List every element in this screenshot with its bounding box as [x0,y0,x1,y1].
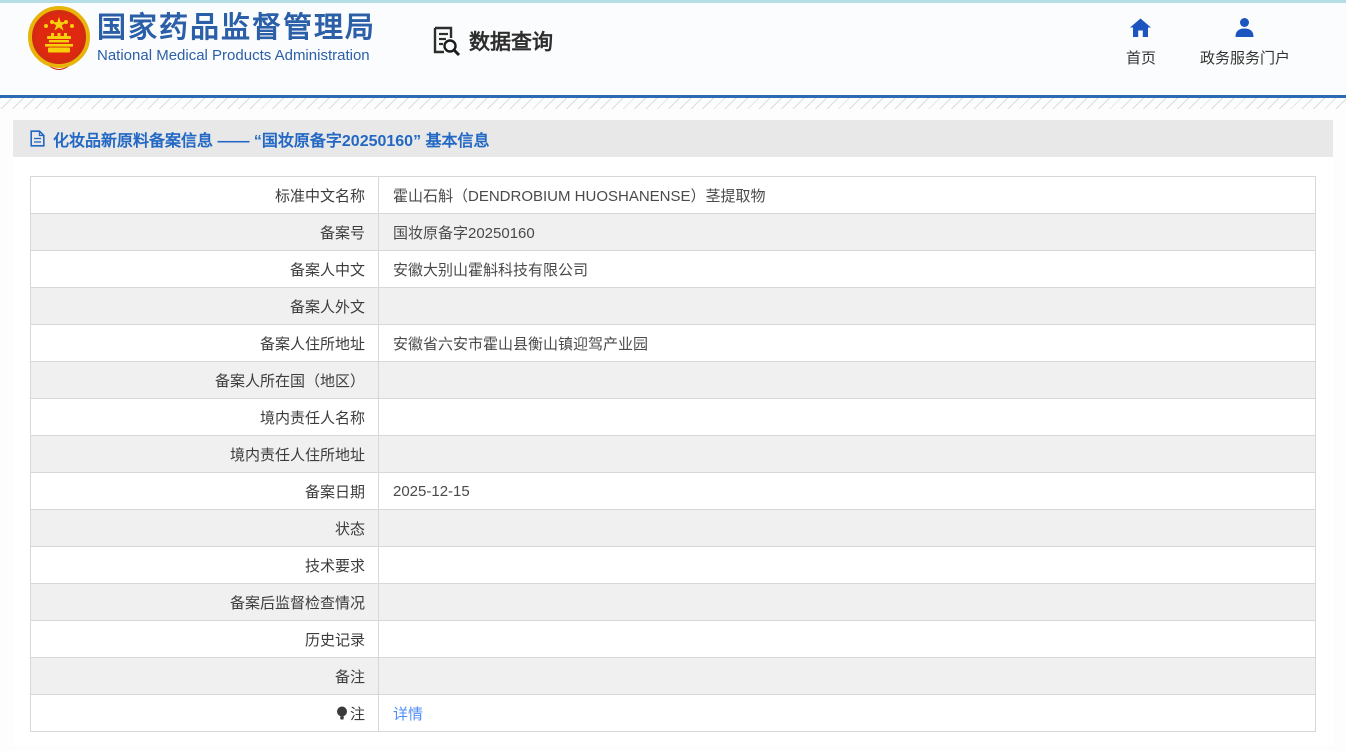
detail-link[interactable]: 详情 [393,706,423,723]
row-label: 境内责任人住所地址 [31,436,379,473]
row-label: 技术要求 [31,547,379,584]
site-title-cn: 国家药品监督管理局 [97,12,376,45]
row-label: 备案号 [31,214,379,251]
home-icon [1128,16,1153,40]
site-header: 国家药品监督管理局 National Medical Products Admi… [0,3,1346,95]
table-row: 标准中文名称霍山石斛（DENDROBIUM HUOSHANENSE）茎提取物 [31,177,1316,214]
diagonal-stripe-band [0,98,1346,109]
row-value: 安徽大别山霍斛科技有限公司 [379,251,1316,288]
row-value [379,436,1316,473]
row-value [379,288,1316,325]
info-table: 标准中文名称霍山石斛（DENDROBIUM HUOSHANENSE）茎提取物备案… [30,176,1316,732]
nav-home-label: 首页 [1126,47,1156,68]
data-query-label: 数据查询 [469,26,553,56]
bulb-icon [336,706,348,721]
table-row: 备案日期2025-12-15 [31,473,1316,510]
table-row: 备案号国妆原备字20250160 [31,214,1316,251]
brand-block: 国家药品监督管理局 National Medical Products Admi… [97,12,376,64]
row-label: 注 [31,695,379,732]
document-search-icon [428,24,462,58]
row-label: 标准中文名称 [31,177,379,214]
table-row: 境内责任人名称 [31,399,1316,436]
page-doc-icon [30,130,45,147]
nav-portal[interactable]: 政务服务门户 [1200,16,1290,68]
national-emblem-logo [26,6,92,72]
row-label: 境内责任人名称 [31,399,379,436]
table-row: 备案人住所地址安徽省六安市霍山县衡山镇迎驾产业园 [31,325,1316,362]
row-value [379,658,1316,695]
row-label: 备案人住所地址 [31,325,379,362]
content-panel: 化妆品新原料备案信息 —— “国妆原备字20250160” 基本信息 标准中文名… [13,120,1333,746]
user-icon [1232,16,1257,40]
site-title-en: National Medical Products Administration [97,47,376,64]
table-row: 状态 [31,510,1316,547]
data-query-section: 数据查询 [428,24,553,58]
row-value [379,362,1316,399]
table-row: 历史记录 [31,621,1316,658]
row-value: 安徽省六安市霍山县衡山镇迎驾产业园 [379,325,1316,362]
row-label: 备案后监督检查情况 [31,584,379,621]
row-value [379,584,1316,621]
nav-home[interactable]: 首页 [1126,16,1156,68]
row-value [379,510,1316,547]
header-nav: 首页 政务服务门户 [1126,16,1290,68]
info-table-body: 标准中文名称霍山石斛（DENDROBIUM HUOSHANENSE）茎提取物备案… [31,177,1316,732]
table-row: 备案人外文 [31,288,1316,325]
row-value: 详情 [379,695,1316,732]
table-row: 备注 [31,658,1316,695]
nav-portal-label: 政务服务门户 [1200,47,1290,68]
table-row: 备案后监督检查情况 [31,584,1316,621]
row-label: 备案人所在国（地区） [31,362,379,399]
row-label: 备案日期 [31,473,379,510]
table-row: 技术要求 [31,547,1316,584]
row-label: 历史记录 [31,621,379,658]
table-row: 备案人中文安徽大别山霍斛科技有限公司 [31,251,1316,288]
table-row: 备案人所在国（地区） [31,362,1316,399]
row-value [379,547,1316,584]
page-title-bar: 化妆品新原料备案信息 —— “国妆原备字20250160” 基本信息 [13,120,1333,157]
row-value: 国妆原备字20250160 [379,214,1316,251]
table-row: 注详情 [31,695,1316,732]
row-value: 霍山石斛（DENDROBIUM HUOSHANENSE）茎提取物 [379,177,1316,214]
info-table-wrap: 标准中文名称霍山石斛（DENDROBIUM HUOSHANENSE）茎提取物备案… [13,157,1333,746]
row-label: 备案人外文 [31,288,379,325]
row-value [379,399,1316,436]
row-label: 备案人中文 [31,251,379,288]
row-label: 状态 [31,510,379,547]
row-value [379,621,1316,658]
page-title: 化妆品新原料备案信息 —— “国妆原备字20250160” 基本信息 [53,127,490,151]
table-row: 境内责任人住所地址 [31,436,1316,473]
row-label: 备注 [31,658,379,695]
row-value: 2025-12-15 [379,473,1316,510]
